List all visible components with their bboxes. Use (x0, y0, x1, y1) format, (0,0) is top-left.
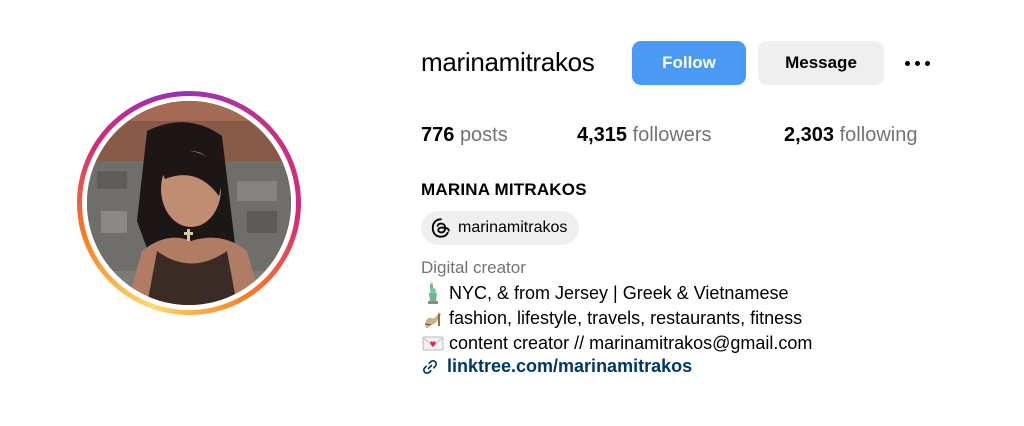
follow-button[interactable]: Follow (632, 41, 746, 85)
profile-link[interactable]: linktree.com/marinamitrakos (421, 356, 692, 377)
posts-stat: 776 posts (421, 124, 508, 147)
profile-avatar[interactable] (87, 101, 291, 305)
threads-icon (431, 218, 450, 238)
profile-full-name: MARINA MITRAKOS (421, 180, 587, 199)
avatar-photo (87, 101, 291, 305)
link-icon (423, 359, 437, 374)
more-dot (904, 60, 910, 66)
more-options-icon[interactable] (900, 52, 934, 74)
profile-username: marinamitrakos (421, 47, 595, 77)
following-count: 2,303 (784, 124, 835, 146)
following-label: following (839, 124, 918, 146)
threads-handle: marinamitrakos (458, 219, 568, 236)
profile-link-text[interactable]: linktree.com/marinamitrakos (447, 356, 692, 377)
statue-of-liberty-emoji (428, 282, 438, 304)
message-button[interactable]: Message (758, 41, 884, 85)
followers-count: 4,315 (577, 124, 628, 146)
followers-stat[interactable]: 4,315 followers (577, 124, 712, 147)
following-stat[interactable]: 2,303 following (784, 124, 917, 147)
bio-line: NYC, & from Jersey | Greek & Vietnamese (421, 281, 788, 305)
threads-badge[interactable]: marinamitrakos (421, 211, 580, 245)
bio-text-interests: fashion, lifestyle, travels, restaurants… (449, 307, 803, 328)
bio-line: content creator // marinamitrakos@gmail.… (421, 331, 812, 355)
more-dot (914, 60, 920, 66)
bio-text-location: NYC, & from Jersey | Greek & Vietnamese (449, 282, 789, 303)
posts-count: 776 (421, 124, 455, 146)
bio-line: fashion, lifestyle, travels, restaurants… (421, 306, 802, 330)
high-heel-emoji (424, 312, 441, 328)
profile-category: Digital creator (421, 258, 526, 277)
story-ring[interactable] (77, 91, 301, 315)
bio-text-contact: content creator // marinamitrakos@gmail.… (449, 332, 813, 353)
more-dot (924, 60, 930, 66)
followers-label: followers (632, 124, 712, 146)
love-letter-emoji (422, 336, 444, 351)
posts-label: posts (459, 124, 508, 146)
